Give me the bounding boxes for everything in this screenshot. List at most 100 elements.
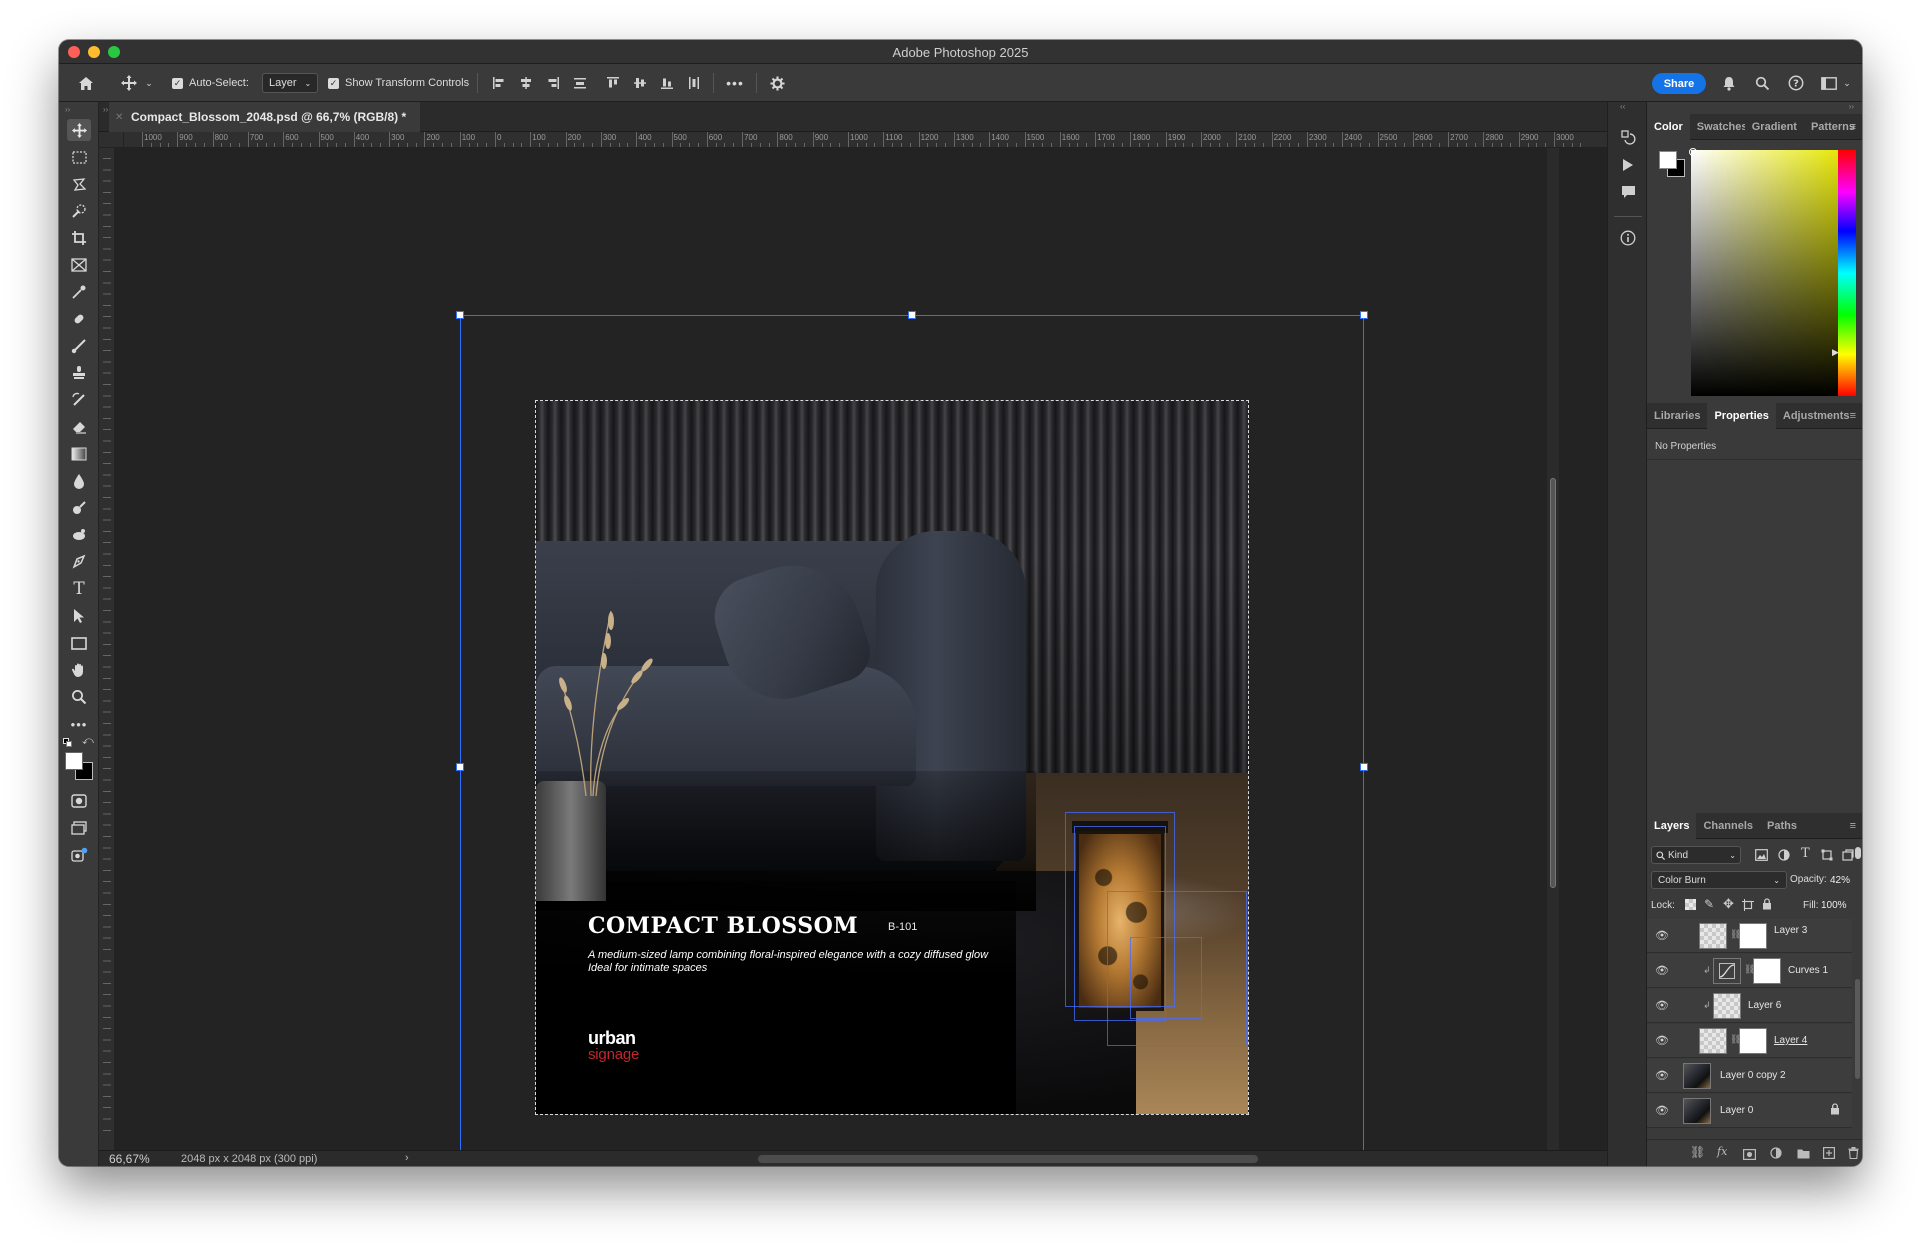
filter-type-layers-icon[interactable]: T xyxy=(1801,846,1810,861)
align-top-edges-icon[interactable] xyxy=(603,64,623,102)
frame-tool-icon[interactable] xyxy=(67,254,91,276)
align-right-edges-icon[interactable] xyxy=(543,64,563,102)
auto-select-target-dropdown[interactable]: Layer ⌄ xyxy=(262,64,318,102)
opacity-input[interactable]: 42% xyxy=(1830,871,1858,889)
scrollbar-thumb[interactable] xyxy=(1550,478,1556,888)
screen-mode-icon[interactable] xyxy=(67,817,91,839)
foreground-color-swatch[interactable] xyxy=(1659,151,1677,169)
history-icon[interactable] xyxy=(1616,126,1640,150)
eye-icon[interactable]: 👁 xyxy=(1655,1034,1669,1047)
pen-tool-icon[interactable] xyxy=(67,551,91,573)
ruler-origin[interactable] xyxy=(99,132,124,148)
type-tool-icon[interactable]: T xyxy=(67,578,91,600)
zoom-level[interactable]: 66,67% xyxy=(109,1152,150,1166)
chevron-down-icon[interactable]: ⌄ xyxy=(1842,64,1852,102)
add-mask-icon[interactable] xyxy=(1743,1147,1757,1165)
eye-icon[interactable]: 👁 xyxy=(1655,964,1669,977)
tab-properties[interactable]: Properties xyxy=(1707,402,1776,429)
lock-position-icon[interactable]: ✥ xyxy=(1723,896,1734,912)
comments-icon[interactable] xyxy=(1616,180,1640,204)
layer-row[interactable]: 👁 ⛓ Layer 4 xyxy=(1647,1024,1852,1058)
distribute-horizontally-icon[interactable] xyxy=(684,64,704,102)
foreground-color-swatch[interactable] xyxy=(65,752,83,770)
tab-swatches[interactable]: Swatches xyxy=(1690,114,1745,140)
eye-icon[interactable]: 👁 xyxy=(1655,1069,1669,1082)
layers-scrollbar-thumb[interactable] xyxy=(1855,979,1860,1079)
chevron-right-icon[interactable]: › xyxy=(405,1152,409,1164)
healing-brush-tool-icon[interactable] xyxy=(67,308,91,330)
share-button[interactable]: Share xyxy=(1652,73,1706,94)
trash-icon[interactable] xyxy=(1848,1146,1859,1164)
info-icon[interactable] xyxy=(1616,226,1640,250)
move-tool-icon[interactable] xyxy=(67,119,91,141)
tab-paths[interactable]: Paths xyxy=(1760,813,1804,839)
swap-colors-icon[interactable]: ⤺ xyxy=(82,735,94,748)
folder-icon[interactable] xyxy=(1797,1146,1810,1164)
align-vertical-centers-icon[interactable] xyxy=(630,64,650,102)
adjustment-layer-icon[interactable] xyxy=(1770,1146,1782,1164)
layer-row[interactable]: 👁 ↲ ⛓ Curves 1 xyxy=(1647,954,1852,988)
eraser-tool-icon[interactable] xyxy=(67,416,91,438)
horizontal-scrollbar-thumb[interactable] xyxy=(758,1155,1258,1163)
layer-filter-dropdown[interactable]: Kind ⌄ xyxy=(1651,846,1741,864)
more-tools-icon[interactable]: ••• xyxy=(67,713,91,735)
eye-icon[interactable]: 👁 xyxy=(1655,999,1669,1012)
collapse-chevrons-icon[interactable]: ›› xyxy=(103,105,108,114)
canvas-area[interactable]: COMPACT BLOSSOM B-101 A medium-sized lam… xyxy=(115,148,1607,1150)
tab-libraries[interactable]: Libraries xyxy=(1647,403,1707,429)
tab-color[interactable]: Color xyxy=(1647,113,1690,140)
history-brush-tool-icon[interactable] xyxy=(67,389,91,411)
layer-name[interactable]: Curves 1 xyxy=(1788,965,1828,976)
filter-adjustment-layers-icon[interactable] xyxy=(1778,848,1790,866)
layer-name[interactable]: Layer 6 xyxy=(1748,1000,1781,1011)
eye-icon[interactable]: 👁 xyxy=(1655,1104,1669,1117)
layer-mask-thumbnail[interactable] xyxy=(1739,1028,1767,1054)
dodge-tool-icon[interactable] xyxy=(67,497,91,519)
lasso-tool-icon[interactable] xyxy=(67,173,91,195)
filter-toggle-switch[interactable] xyxy=(1855,847,1861,859)
tab-adjustments[interactable]: Adjustments xyxy=(1776,403,1857,429)
layer-name[interactable]: Layer 4 xyxy=(1774,1035,1807,1046)
document-tab[interactable]: ✕ Compact_Blossom_2048.psd @ 66,7% (RGB/… xyxy=(109,102,421,132)
layer-name[interactable]: Layer 0 copy 2 xyxy=(1720,1070,1786,1081)
align-left-edges-icon[interactable] xyxy=(489,64,509,102)
transform-handle-top[interactable] xyxy=(908,311,916,319)
collapse-chevrons-icon[interactable]: ‹‹ xyxy=(1620,102,1625,111)
horizontal-ruler[interactable]: 1000 900 800 700 600 500 400 300 200 100 0 100 200 30… xyxy=(124,132,1607,148)
filter-shape-layers-icon[interactable] xyxy=(1821,848,1833,866)
layer-mask-thumbnail[interactable] xyxy=(1753,958,1781,984)
brush-tool-icon[interactable] xyxy=(67,335,91,357)
gear-icon[interactable] xyxy=(766,64,788,102)
transform-handle-right[interactable] xyxy=(1360,763,1368,771)
path-selection-tool-icon[interactable] xyxy=(67,605,91,627)
artwork-canvas[interactable]: COMPACT BLOSSOM B-101 A medium-sized lam… xyxy=(535,400,1249,1115)
chevron-down-icon[interactable]: ⌄ xyxy=(144,64,154,102)
move-tool-icon[interactable] xyxy=(118,64,140,102)
help-icon[interactable]: ? xyxy=(1786,64,1806,102)
play-actions-icon[interactable] xyxy=(1616,153,1640,177)
default-colors-icon[interactable] xyxy=(63,738,72,747)
align-horizontal-centers-icon[interactable] xyxy=(516,64,536,102)
new-layer-icon[interactable] xyxy=(1823,1146,1836,1164)
saturation-brightness-field[interactable] xyxy=(1691,150,1845,396)
lock-image-pixels-icon[interactable]: ✎ xyxy=(1704,897,1714,911)
collapse-chevrons-icon[interactable]: ›› xyxy=(1849,102,1854,111)
close-tab-icon[interactable]: ✕ xyxy=(115,112,123,123)
layer-name[interactable]: Layer 0 xyxy=(1720,1105,1753,1116)
workspace-icon[interactable] xyxy=(1819,64,1839,102)
filter-smart-objects-icon[interactable] xyxy=(1842,848,1854,866)
rectangle-tool-icon[interactable] xyxy=(67,632,91,654)
transform-handle-top-right[interactable] xyxy=(1360,311,1368,319)
search-icon[interactable] xyxy=(1752,64,1772,102)
lock-artboard-icon[interactable] xyxy=(1742,898,1754,916)
tab-channels[interactable]: Channels xyxy=(1696,813,1760,839)
generative-fill-icon[interactable] xyxy=(67,844,91,866)
marquee-tool-icon[interactable] xyxy=(67,146,91,168)
auto-select-checkbox[interactable]: ✓ Auto-Select: xyxy=(172,64,249,102)
more-options-icon[interactable]: ••• xyxy=(723,64,747,102)
lock-transparent-pixels-icon[interactable] xyxy=(1685,899,1696,910)
panel-menu-icon[interactable]: ≡ xyxy=(1850,410,1856,422)
show-transform-controls-checkbox[interactable]: ✓ Show Transform Controls xyxy=(328,64,469,102)
blur-tool-icon[interactable] xyxy=(67,470,91,492)
layer-mask-thumbnail[interactable] xyxy=(1739,923,1767,949)
